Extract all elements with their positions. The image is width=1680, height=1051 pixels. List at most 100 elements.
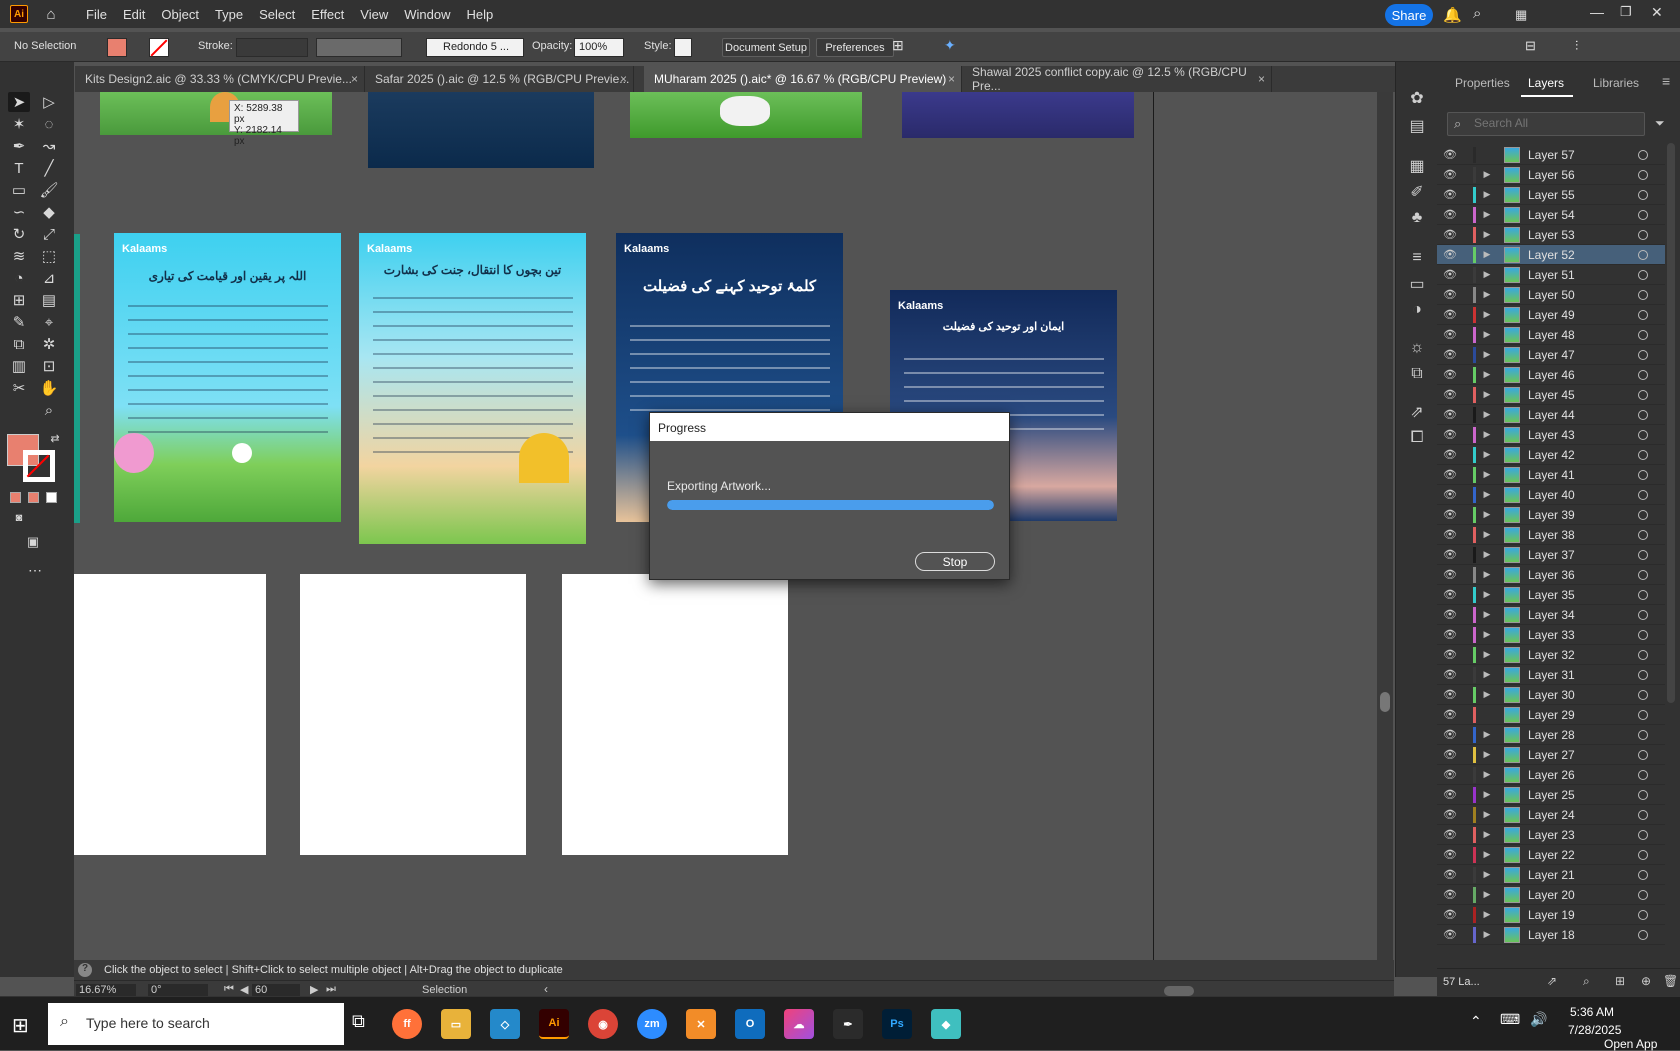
transparency-icon[interactable]: ◑ bbox=[1407, 300, 1427, 320]
target-circle-icon[interactable] bbox=[1638, 409, 1648, 420]
shaper-tool-icon[interactable]: ∽ bbox=[8, 202, 30, 222]
layer-name[interactable]: Layer 44 bbox=[1528, 408, 1628, 422]
layer-name[interactable]: Layer 40 bbox=[1528, 488, 1628, 502]
layer-row[interactable]: 👁 ▶ Layer 52 bbox=[1437, 245, 1665, 265]
graphic-styles-icon[interactable]: ⧉ bbox=[1407, 364, 1427, 384]
artboard-edge[interactable] bbox=[74, 234, 80, 523]
visibility-eye-icon[interactable]: 👁 bbox=[1437, 348, 1463, 361]
more-tools-icon[interactable]: ⋯ bbox=[24, 560, 46, 580]
target-circle-icon[interactable] bbox=[1638, 549, 1648, 560]
layer-name[interactable]: Layer 55 bbox=[1528, 188, 1628, 202]
layer-name[interactable]: Layer 57 bbox=[1528, 148, 1628, 162]
horizontal-scroll-thumb[interactable] bbox=[1164, 986, 1194, 996]
layer-row[interactable]: 👁 ▶ Layer 55 bbox=[1437, 185, 1665, 205]
opacity-input[interactable]: 100% bbox=[574, 38, 624, 57]
pen-tool-icon[interactable]: ✒ bbox=[8, 136, 30, 156]
layer-row[interactable]: 👁 ▶ Layer 32 bbox=[1437, 645, 1665, 665]
target-circle-icon[interactable] bbox=[1638, 469, 1648, 480]
layer-name[interactable]: Layer 35 bbox=[1528, 588, 1628, 602]
expand-arrow-icon[interactable]: ▶ bbox=[1476, 369, 1498, 380]
target-circle-icon[interactable] bbox=[1638, 249, 1648, 260]
stroke-weight-input[interactable] bbox=[236, 38, 308, 57]
windows-start-icon[interactable]: ⊞ bbox=[12, 1013, 29, 1038]
visibility-eye-icon[interactable]: 👁 bbox=[1437, 708, 1463, 721]
home-icon[interactable]: ⌂ bbox=[36, 6, 66, 23]
expand-arrow-icon[interactable]: ▶ bbox=[1476, 309, 1498, 320]
expand-arrow-icon[interactable]: ▶ bbox=[1476, 549, 1498, 560]
layer-row[interactable]: 👁 ▶ Layer 51 bbox=[1437, 265, 1665, 285]
visibility-eye-icon[interactable]: 👁 bbox=[1437, 588, 1463, 601]
export-layer-icon[interactable]: ⇗ bbox=[1547, 974, 1557, 988]
layer-row[interactable]: 👁 ▶ Layer 22 bbox=[1437, 845, 1665, 865]
visibility-eye-icon[interactable]: 👁 bbox=[1437, 768, 1463, 781]
expand-arrow-icon[interactable]: ▶ bbox=[1476, 189, 1498, 200]
layer-row[interactable]: 👁 ▶ Layer 40 bbox=[1437, 485, 1665, 505]
paintbrush-icon[interactable]: 🖌 bbox=[38, 180, 60, 200]
artboard-top-4[interactable] bbox=[902, 92, 1134, 138]
new-sublayer-icon[interactable]: ⊞ bbox=[1615, 974, 1625, 988]
layer-name[interactable]: Layer 28 bbox=[1528, 728, 1628, 742]
menu-edit[interactable]: Edit bbox=[115, 7, 153, 22]
layer-name[interactable]: Layer 38 bbox=[1528, 528, 1628, 542]
visibility-eye-icon[interactable]: 👁 bbox=[1437, 688, 1463, 701]
menu-type[interactable]: Type bbox=[207, 7, 251, 22]
delete-layer-icon[interactable]: 🗑 bbox=[1663, 974, 1678, 988]
swatches-icon[interactable]: ▦ bbox=[1407, 156, 1427, 176]
document-setup-button[interactable]: Document Setup bbox=[722, 38, 810, 57]
layer-name[interactable]: Layer 24 bbox=[1528, 808, 1628, 822]
target-circle-icon[interactable] bbox=[1638, 729, 1648, 740]
measure-tool-icon[interactable]: ⌖ bbox=[38, 312, 60, 332]
layer-name[interactable]: Layer 53 bbox=[1528, 228, 1628, 242]
network-icon[interactable]: ⌨ bbox=[1500, 1011, 1520, 1028]
visibility-eye-icon[interactable]: 👁 bbox=[1437, 168, 1463, 181]
expand-arrow-icon[interactable]: ▶ bbox=[1476, 929, 1498, 940]
layer-row[interactable]: 👁 ▶ Layer 19 bbox=[1437, 905, 1665, 925]
layer-row[interactable]: 👁 ▶ Layer 33 bbox=[1437, 625, 1665, 645]
curvature-tool-icon[interactable]: ↝ bbox=[38, 136, 60, 156]
expand-arrow-icon[interactable]: ▶ bbox=[1476, 249, 1498, 260]
visibility-eye-icon[interactable]: 👁 bbox=[1437, 308, 1463, 321]
visibility-eye-icon[interactable]: 👁 bbox=[1437, 288, 1463, 301]
menu-file[interactable]: File bbox=[78, 7, 115, 22]
perspective-grid-icon[interactable]: ⊿ bbox=[38, 268, 60, 288]
symbols-icon[interactable]: ♣ bbox=[1407, 208, 1427, 228]
blank-artboard-2[interactable] bbox=[300, 574, 526, 855]
variable-width-profile[interactable] bbox=[316, 38, 402, 57]
scroll-left-icon[interactable]: ‹ bbox=[544, 982, 548, 996]
shape-builder-icon[interactable]: ◔ bbox=[8, 268, 30, 288]
artboards-panel-icon[interactable]: ⧠ bbox=[1407, 428, 1427, 448]
layer-name[interactable]: Layer 39 bbox=[1528, 508, 1628, 522]
line-tool-icon[interactable]: ╱ bbox=[38, 158, 60, 178]
expand-arrow-icon[interactable]: ▶ bbox=[1476, 629, 1498, 640]
layer-name[interactable]: Layer 50 bbox=[1528, 288, 1628, 302]
swap-colors-icon[interactable]: ⇄ bbox=[44, 428, 66, 448]
layer-name[interactable]: Layer 52 bbox=[1528, 248, 1628, 262]
brushes-icon[interactable]: ✐ bbox=[1407, 182, 1427, 202]
expand-arrow-icon[interactable]: ▶ bbox=[1476, 489, 1498, 500]
expand-arrow-icon[interactable]: ▶ bbox=[1476, 689, 1498, 700]
menu-object[interactable]: Object bbox=[153, 7, 207, 22]
visibility-eye-icon[interactable]: 👁 bbox=[1437, 408, 1463, 421]
layer-row[interactable]: 👁 ▶ Layer 41 bbox=[1437, 465, 1665, 485]
visibility-eye-icon[interactable]: 👁 bbox=[1437, 388, 1463, 401]
stroke-swatch[interactable] bbox=[149, 38, 169, 57]
menu-help[interactable]: Help bbox=[458, 7, 501, 22]
layer-name[interactable]: Layer 51 bbox=[1528, 268, 1628, 282]
layer-row[interactable]: 👁 ▶ Layer 48 bbox=[1437, 325, 1665, 345]
close-icon[interactable]: × bbox=[948, 72, 955, 86]
artboard-top-3[interactable] bbox=[630, 92, 862, 138]
menu-effect[interactable]: Effect bbox=[303, 7, 352, 22]
target-circle-icon[interactable] bbox=[1638, 769, 1648, 780]
visibility-eye-icon[interactable]: 👁 bbox=[1437, 428, 1463, 441]
color-mode-icon[interactable] bbox=[10, 492, 21, 503]
layer-row[interactable]: 👁 ▶ Layer 45 bbox=[1437, 385, 1665, 405]
brush-select[interactable]: Redondo 5 ... bbox=[426, 38, 524, 57]
rotate-tool-icon[interactable]: ↻ bbox=[8, 224, 30, 244]
visibility-eye-icon[interactable]: 👁 bbox=[1437, 328, 1463, 341]
layer-row[interactable]: 👁 ▶ Layer 43 bbox=[1437, 425, 1665, 445]
volume-icon[interactable]: 🔊 bbox=[1530, 1011, 1547, 1028]
layers-scrollbar[interactable] bbox=[1667, 143, 1675, 703]
tab-muharam[interactable]: MUharam 2025 ().aic* @ 16.67 % (RGB/CPU … bbox=[644, 66, 962, 92]
app-icon[interactable]: ◆ bbox=[931, 1009, 961, 1039]
layer-row[interactable]: 👁 ▶ Layer 31 bbox=[1437, 665, 1665, 685]
